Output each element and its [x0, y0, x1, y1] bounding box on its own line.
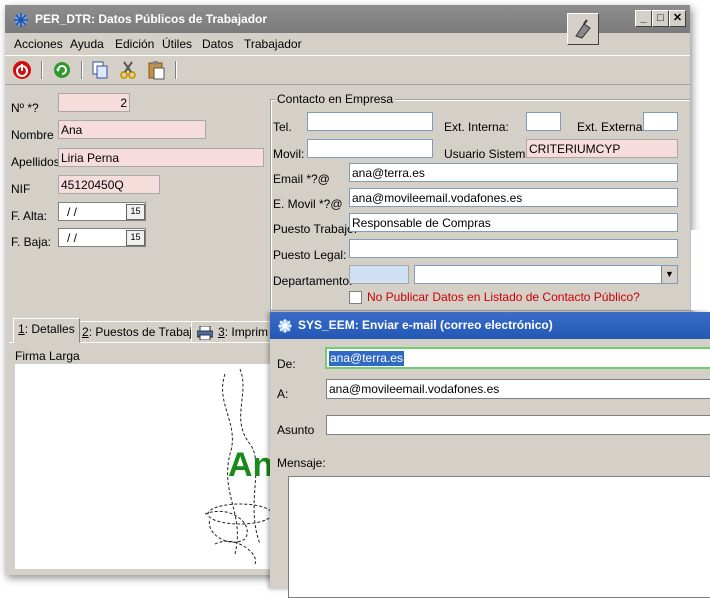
toolbar-separator	[175, 61, 177, 79]
email-field[interactable]: ana@terra.es	[349, 163, 678, 182]
menu-trabajador[interactable]: Trabajador	[244, 37, 302, 51]
de-field[interactable]: ana@terra.es	[325, 347, 710, 369]
movil-label: Movil:	[273, 147, 305, 161]
apellidos-field[interactable]: Liria Perna	[58, 148, 264, 167]
tab-detalles-label: : Detalles	[24, 322, 75, 336]
copy-button[interactable]	[89, 59, 111, 81]
tab-imprimir-num: 3	[218, 325, 225, 339]
nopublicar-checkbox[interactable]	[349, 291, 362, 304]
fbaja-value: / /	[67, 231, 78, 245]
refresh-button[interactable]	[51, 59, 73, 81]
exit-button[interactable]	[11, 59, 33, 81]
de-label: De:	[277, 357, 296, 371]
legal-label: Puesto Legal:	[273, 248, 347, 262]
chevron-down-icon[interactable]: ▼	[661, 266, 677, 283]
menu-acciones[interactable]: Acciones	[14, 37, 63, 51]
minimize-button[interactable]: _	[635, 10, 652, 27]
scissors-icon	[120, 61, 136, 79]
de-value: ana@terra.es	[329, 351, 404, 366]
firma-canvas[interactable]: An	[15, 364, 275, 569]
tab-puestos-label: : Puestos de Trabajo	[88, 325, 199, 339]
email-dialog-title: SYS_EEM: Enviar e-mail (correo electróni…	[298, 318, 553, 332]
emovil-label: E. Movil *?@	[273, 197, 343, 211]
fbaja-label: F. Baja:	[11, 235, 52, 249]
falta-value: / /	[67, 205, 78, 219]
toolbar	[5, 55, 690, 85]
printer-icon	[197, 326, 213, 340]
usuario-label: Usuario Sistema:	[444, 147, 536, 161]
clipboard-icon	[148, 61, 165, 80]
falta-label: F. Alta:	[11, 209, 48, 223]
a-field[interactable]: ana@movileemail.vodafones.es	[326, 379, 710, 399]
asunto-field[interactable]	[326, 415, 710, 435]
menu-utiles[interactable]: Útiles	[162, 37, 192, 51]
menu-ayuda[interactable]: Ayuda	[70, 37, 104, 51]
email-dialog: SYS_EEM: Enviar e-mail (correo electróni…	[270, 312, 710, 598]
ext-interna-label: Ext. Interna:	[444, 120, 509, 134]
contacto-group-title: Contacto en Empresa	[275, 92, 396, 106]
tab-detalles[interactable]: 1: Detalles	[13, 318, 80, 343]
nombre-field[interactable]: Ana	[58, 120, 206, 139]
mensaje-textarea[interactable]	[288, 476, 710, 598]
tab-imprimir-label: : Imprim	[224, 325, 269, 339]
menu-datos[interactable]: Datos	[202, 37, 233, 51]
nombre-label: Nombre	[11, 128, 54, 142]
num-field[interactable]: 2	[58, 93, 130, 112]
tab-puestos-num: 2	[82, 325, 89, 339]
email-label: Email *?@	[273, 172, 330, 186]
ext-externa-label: Ext. Externa:	[577, 120, 646, 134]
title-bar[interactable]: PER_DTR: Datos Públicos de Trabajador _ …	[5, 5, 690, 45]
cut-button[interactable]	[117, 59, 139, 81]
ext-interna-field[interactable]	[526, 112, 561, 131]
copy-icon	[92, 61, 108, 79]
tab-imprimir[interactable]: 3: Imprim	[191, 321, 274, 343]
nif-label: NIF	[11, 182, 31, 196]
toolbar-separator	[81, 61, 83, 79]
menu-bar: Acciones Ayuda Edición Útiles Datos Trab…	[5, 33, 690, 53]
nif-field[interactable]: 45120450Q	[58, 175, 160, 194]
asunto-label: Asunto	[277, 423, 315, 437]
movil-field[interactable]	[307, 139, 433, 158]
app-icon	[278, 319, 292, 333]
window-title: PER_DTR: Datos Públicos de Trabajador	[35, 12, 268, 26]
close-button[interactable]: ✕	[669, 10, 686, 27]
app-icon	[14, 13, 28, 27]
emovil-field[interactable]: ana@movileemail.vodafones.es	[349, 188, 678, 207]
depto-label: Departamento:	[273, 274, 353, 288]
email-dialog-title-bar[interactable]: SYS_EEM: Enviar e-mail (correo electróni…	[270, 312, 710, 339]
tab-detalles-num: 1	[18, 322, 25, 336]
tab-puestos[interactable]: 2: Puestos de Trabajo	[77, 321, 204, 343]
usuario-field[interactable]: CRITERIUMCYP	[526, 139, 678, 158]
num-label: Nº *?	[11, 101, 39, 115]
toolbar-separator	[41, 61, 43, 79]
puesto-label: Puesto Trabajo:	[273, 222, 358, 236]
tel-label: Tel.	[273, 120, 292, 134]
maximize-button[interactable]: □	[652, 10, 669, 27]
legal-field[interactable]	[349, 239, 678, 258]
background-window-edge	[690, 230, 699, 310]
puesto-field[interactable]: Responsable de Compras	[349, 213, 678, 232]
firma-label: Firma Larga	[15, 349, 80, 363]
paste-button[interactable]	[145, 59, 167, 81]
falta-calendar-button[interactable]: 15	[126, 204, 145, 220]
depto-code-field[interactable]	[349, 265, 409, 284]
power-icon	[13, 61, 31, 79]
tel-field[interactable]	[307, 112, 433, 131]
mensaje-label: Mensaje:	[277, 456, 326, 470]
fbaja-calendar-button[interactable]: 15	[126, 230, 145, 246]
menu-edicion[interactable]: Edición	[115, 37, 154, 51]
refresh-icon	[54, 62, 70, 78]
depto-select[interactable]: ▼	[414, 265, 678, 284]
nopublicar-label: No Publicar Datos en Listado de Contacto…	[367, 290, 640, 304]
a-label: A:	[277, 387, 289, 401]
apellidos-label: Apellidos	[11, 155, 60, 169]
ext-externa-field[interactable]	[643, 112, 678, 131]
firma-text: An	[228, 446, 274, 484]
